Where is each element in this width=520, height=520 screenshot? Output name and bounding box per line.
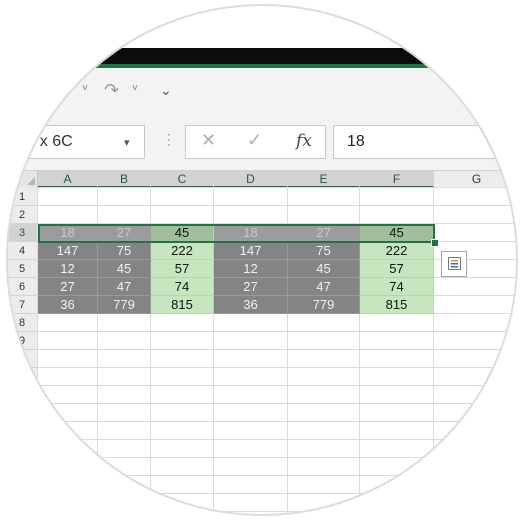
- row-header-8[interactable]: 8: [6, 314, 38, 332]
- row-header-empty: [6, 512, 38, 516]
- cell-c4[interactable]: 222: [151, 242, 214, 260]
- formula-value: 18: [347, 133, 365, 150]
- gridline: [38, 403, 518, 404]
- select-all-icon: [27, 177, 35, 185]
- row-header-empty: [6, 458, 38, 476]
- quick-analysis-icon: [448, 257, 461, 270]
- cell-e3[interactable]: 27: [288, 224, 360, 242]
- cell-b7[interactable]: 779: [98, 296, 151, 314]
- cell-f7[interactable]: 815: [360, 296, 434, 314]
- cell-a3[interactable]: 18: [38, 224, 98, 242]
- name-box-value: - x 6C: [30, 133, 73, 150]
- cell-e5[interactable]: 45: [288, 260, 360, 278]
- cell-a7[interactable]: 36: [38, 296, 98, 314]
- gridline: [38, 493, 518, 494]
- circular-crop: ↶ ˅ ↷ ˅ ⌄ - x 6C ▾ ⋮ ✕ ✓ fx 18 ABCDEFG 1…: [6, 4, 518, 516]
- cancel-icon[interactable]: ✕: [201, 130, 216, 151]
- cell-b4[interactable]: 75: [98, 242, 151, 260]
- undo-icon[interactable]: ↶: [58, 80, 73, 101]
- row-header-6[interactable]: 6: [6, 278, 38, 296]
- cell-c7[interactable]: 815: [151, 296, 214, 314]
- redo-dropdown-caret-icon[interactable]: ˅: [132, 83, 138, 94]
- row-header-empty: [6, 404, 38, 422]
- name-box-dropdown-icon[interactable]: ▾: [124, 136, 130, 149]
- insert-function-icon[interactable]: fx: [296, 131, 312, 151]
- cell-e7[interactable]: 779: [288, 296, 360, 314]
- customize-qat-icon[interactable]: ⌄: [160, 82, 172, 99]
- column-header-c[interactable]: C: [151, 171, 214, 188]
- gridline: [38, 511, 518, 512]
- row-header-empty: [6, 368, 38, 386]
- column-header-e[interactable]: E: [288, 171, 360, 188]
- cell-e4[interactable]: 75: [288, 242, 360, 260]
- cell-a5[interactable]: 12: [38, 260, 98, 278]
- enter-icon[interactable]: ✓: [247, 130, 262, 151]
- column-header-a[interactable]: A: [38, 171, 98, 188]
- cell-b3[interactable]: 27: [98, 224, 151, 242]
- cell-d4[interactable]: 147: [214, 242, 288, 260]
- column-header-d[interactable]: D: [214, 171, 288, 188]
- row-header-empty: [6, 386, 38, 404]
- gridline: [38, 187, 518, 188]
- gridline: [38, 367, 518, 368]
- row-header-empty: [6, 494, 38, 512]
- gridline: [38, 349, 518, 350]
- row-header-7[interactable]: 7: [6, 296, 38, 314]
- spreadsheet-view: ↶ ˅ ↷ ˅ ⌄ - x 6C ▾ ⋮ ✕ ✓ fx 18 ABCDEFG 1…: [0, 0, 520, 520]
- cell-e6[interactable]: 47: [288, 278, 360, 296]
- column-header-b[interactable]: B: [98, 171, 151, 188]
- row-header-empty: [6, 476, 38, 494]
- redo-icon[interactable]: ↷: [104, 80, 119, 101]
- row-header-5[interactable]: 5: [6, 260, 38, 278]
- row-header-3[interactable]: 3: [6, 224, 38, 242]
- cell-d3[interactable]: 18: [214, 224, 288, 242]
- undo-dropdown-caret-icon[interactable]: ˅: [82, 83, 88, 94]
- gridline: [38, 439, 518, 440]
- cell-b5[interactable]: 45: [98, 260, 151, 278]
- cell-f3[interactable]: 45: [360, 224, 434, 242]
- gridline: [38, 331, 518, 332]
- cell-f6[interactable]: 74: [360, 278, 434, 296]
- cell-a6[interactable]: 27: [38, 278, 98, 296]
- gridline: [38, 475, 518, 476]
- cell-c5[interactable]: 57: [151, 260, 214, 278]
- cell-d7[interactable]: 36: [214, 296, 288, 314]
- cell-d6[interactable]: 27: [214, 278, 288, 296]
- cell-d5[interactable]: 12: [214, 260, 288, 278]
- cell-c3[interactable]: 45: [151, 224, 214, 242]
- formula-bar-divider-icon: ⋮: [162, 131, 176, 147]
- column-header-f[interactable]: F: [360, 171, 434, 188]
- row-header-4[interactable]: 4: [6, 242, 38, 260]
- fill-handle[interactable]: [431, 239, 439, 247]
- row-header-empty: [6, 350, 38, 368]
- title-bar: [6, 48, 518, 64]
- cell-c6[interactable]: 74: [151, 278, 214, 296]
- cell-a4[interactable]: 147: [38, 242, 98, 260]
- gridline: [38, 385, 518, 386]
- gridline: [38, 457, 518, 458]
- gridline: [38, 421, 518, 422]
- gridline: [38, 205, 518, 206]
- row-header-1[interactable]: 1: [6, 188, 38, 206]
- row-header-2[interactable]: 2: [6, 206, 38, 224]
- row-header-9[interactable]: 9: [6, 332, 38, 350]
- cell-f5[interactable]: 57: [360, 260, 434, 278]
- cell-f4[interactable]: 222: [360, 242, 434, 260]
- cell-b6[interactable]: 47: [98, 278, 151, 296]
- column-header-g[interactable]: G: [434, 171, 518, 188]
- row-header-empty: [6, 440, 38, 458]
- row-header-empty: [6, 422, 38, 440]
